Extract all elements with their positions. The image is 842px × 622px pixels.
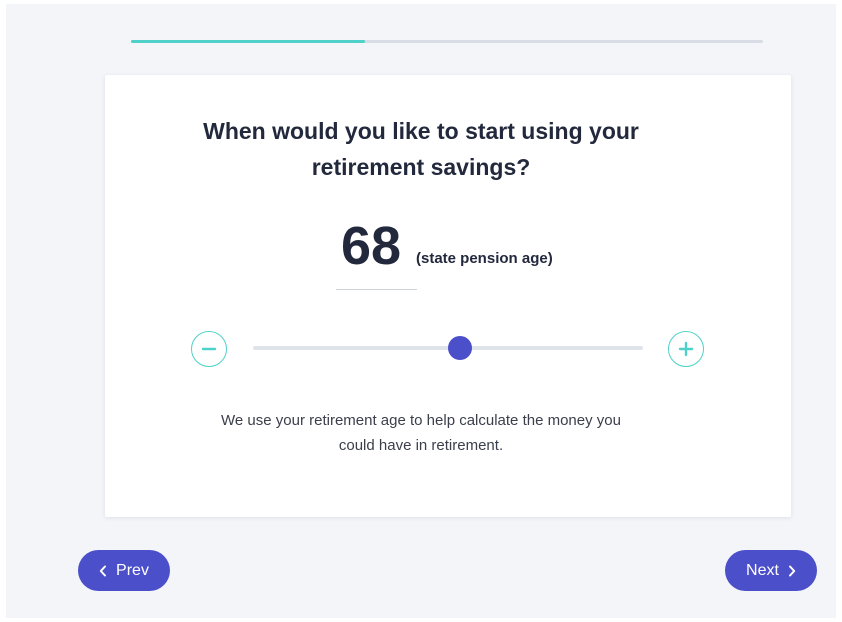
- next-button-label: Next: [746, 561, 779, 579]
- chevron-left-icon: [99, 565, 107, 576]
- retirement-age-value: 68: [341, 216, 402, 276]
- retirement-age-slider[interactable]: [253, 336, 643, 360]
- minus-icon: [201, 347, 217, 351]
- prev-button[interactable]: Prev: [78, 550, 170, 591]
- info-text-line-2: could have in retirement.: [338, 437, 504, 454]
- progress-bar-fill: [131, 40, 365, 43]
- info-text-line-1: We use your retirement age to help calcu…: [221, 412, 621, 429]
- age-underline: [336, 289, 417, 290]
- next-button[interactable]: Next: [725, 550, 817, 591]
- chevron-right-icon: [788, 565, 796, 576]
- prev-button-label: Prev: [116, 561, 149, 579]
- retirement-age-note: (state pension age): [416, 250, 553, 267]
- question-title: When would you like to start using your …: [0, 113, 842, 185]
- question-title-line-1: When would you like to start using your: [203, 118, 639, 144]
- increase-age-button[interactable]: [668, 331, 704, 367]
- plus-icon: [678, 341, 694, 357]
- decrease-age-button[interactable]: [191, 331, 227, 367]
- slider-thumb[interactable]: [447, 336, 472, 360]
- question-title-line-2: retirement savings?: [311, 154, 531, 180]
- info-text: We use your retirement age to help calcu…: [0, 408, 842, 458]
- progress-bar: [131, 40, 763, 43]
